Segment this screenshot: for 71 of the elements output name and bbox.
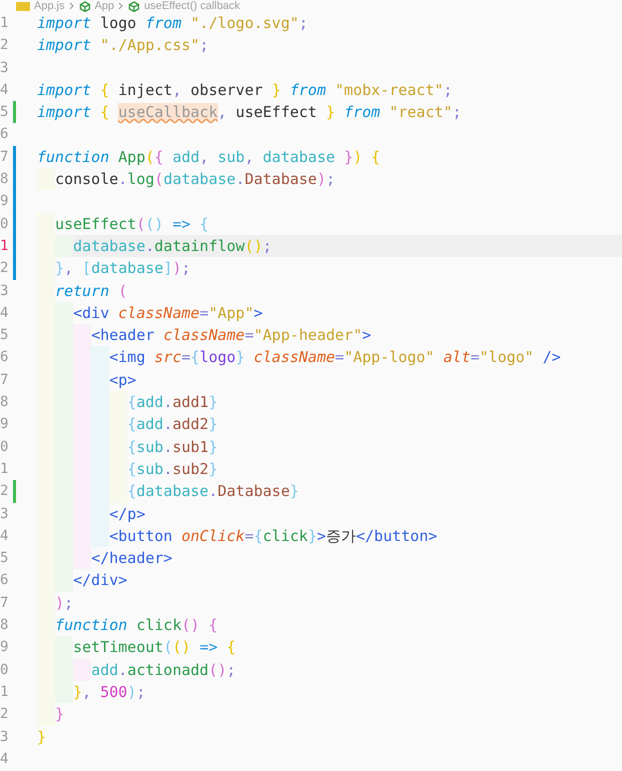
line-number: 8 — [0, 393, 10, 412]
chevron-icon — [68, 2, 75, 10]
line-number: 1 — [0, 682, 10, 702]
js-file-icon — [16, 2, 30, 10]
line-number: 4 — [0, 526, 10, 546]
line-number: 1 — [0, 236, 10, 256]
line-number: 6 — [0, 571, 10, 590]
line-number: 9 — [0, 638, 10, 658]
breadcrumb-item[interactable]: App.js — [34, 0, 65, 12]
breadcrumb-item[interactable]: useEffect() callback — [144, 0, 240, 12]
line-number: 7 — [0, 594, 10, 613]
code-line: ); — [37, 592, 622, 614]
code-line: }, [database]); — [37, 257, 622, 280]
code-line: <button onClick={click}>증가</button> — [37, 524, 622, 548]
cube-icon — [78, 0, 91, 12]
code-line: useEffect(() => { — [37, 212, 622, 235]
line-number: 7 — [0, 370, 10, 390]
code-line: console.log(database.Database); — [37, 168, 622, 190]
code-line: function click() { — [37, 614, 622, 636]
line-number: 0 — [0, 438, 10, 457]
line-number: 5 — [0, 103, 10, 122]
code-line: } — [37, 726, 48, 748]
line-number: 3 — [0, 282, 10, 301]
code-line: {add.add2} — [37, 413, 622, 436]
code-line: {sub.sub1} — [37, 436, 622, 458]
chevron-icon — [118, 2, 124, 10]
code-line: import { inject, observer } from "mobx-react"; — [37, 80, 454, 101]
line-number: 8 — [0, 616, 10, 636]
code-line: }, 500); — [37, 680, 622, 704]
line-number: 2 — [0, 259, 10, 278]
line-number: 6 — [0, 125, 10, 144]
code-line: <img src={logo} className="App-logo" alt="logo" /> — [37, 346, 622, 369]
code-line: <header className="App-header"> — [37, 324, 622, 346]
breadcrumb-item[interactable]: App — [94, 0, 114, 12]
line-number: 9 — [0, 192, 10, 212]
line-number: 5 — [0, 326, 10, 346]
code-line: <p> — [37, 368, 622, 392]
code-line: {add.add1} — [37, 391, 622, 414]
line-number: 0 — [0, 660, 10, 680]
line-number: 4 — [0, 750, 10, 769]
code-line: return ( — [37, 280, 622, 302]
code-line: function App({ add, sub, database }) { — [37, 146, 382, 168]
code-line: </p> — [37, 502, 622, 525]
line-number: 9 — [0, 415, 10, 434]
code-line: setTimeout(() => { — [37, 636, 622, 659]
code-line: import "./App.css"; — [37, 35, 210, 56]
line-number: 5 — [0, 549, 10, 568]
line-number: 2 — [0, 482, 10, 502]
code-line: } — [37, 703, 622, 726]
code-line: <div className="App"> — [37, 302, 622, 324]
code-line: </div> — [37, 569, 622, 592]
code-line: import logo from "./logo.svg"; — [37, 13, 309, 34]
line-number: 7 — [0, 148, 10, 167]
cube-icon — [128, 0, 140, 12]
line-number: 8 — [0, 170, 10, 190]
code-line: import { useCallback, useEffect } from "react"; — [37, 102, 462, 124]
code-line: </header> — [37, 547, 622, 570]
line-number: 3 — [0, 728, 10, 746]
code-line: {sub.sub2} — [37, 458, 622, 480]
line-number: 1 — [0, 14, 10, 33]
code-line: add.actionadd(); — [37, 658, 622, 681]
code-line: {database.Database} — [37, 480, 622, 503]
line-number: 3 — [0, 504, 10, 524]
line-number: 4 — [0, 304, 10, 323]
line-number: 2 — [0, 705, 10, 724]
line-number: 6 — [0, 348, 10, 368]
line-number: 2 — [0, 36, 10, 56]
line-number: 1 — [0, 460, 10, 479]
line-number: 0 — [0, 214, 10, 234]
line-number: 3 — [0, 58, 10, 78]
line-number: 4 — [0, 80, 10, 100]
